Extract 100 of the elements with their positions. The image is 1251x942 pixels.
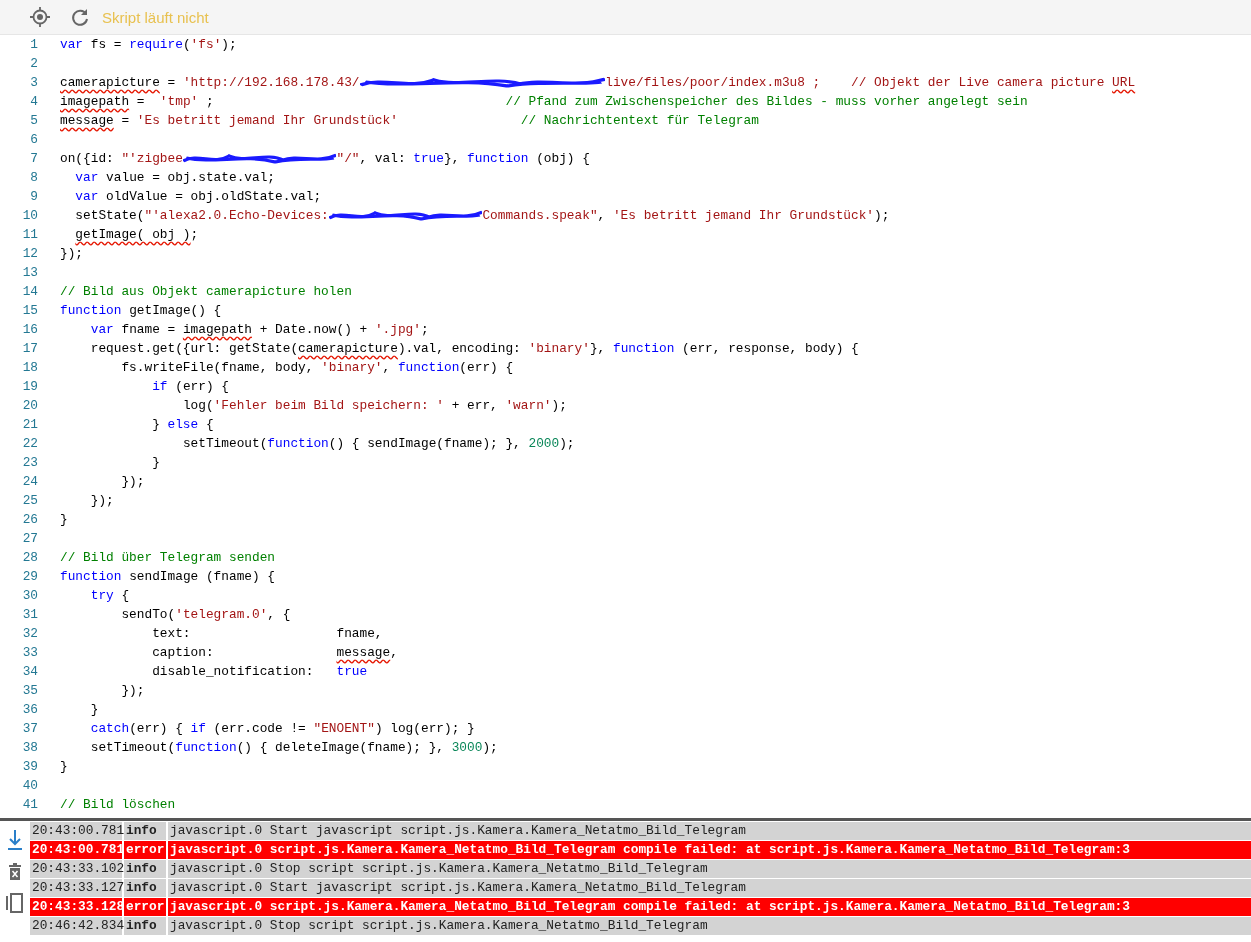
code-line: }); — [89, 492, 114, 510]
code-line: var fs = require('fs'); — [60, 36, 237, 54]
code-line: function sendImage (fname) { — [60, 568, 276, 586]
line-number: 22 — [21, 435, 38, 453]
code-line: }); — [120, 682, 145, 700]
line-number: 36 — [21, 701, 38, 719]
download-icon[interactable] — [7, 829, 23, 851]
script-status: Skript läuft nicht — [102, 8, 209, 26]
line-number: 40 — [21, 777, 38, 795]
line-number: 12 — [21, 245, 38, 263]
code-line: camerapicture = 'http://192.168.178.43/ — [60, 74, 360, 92]
line-number: 2 — [29, 55, 38, 73]
code-line: setTimeout(function() { deleteImage(fname); }, 3000); — [89, 739, 498, 757]
code-line: setState("'alexa2.0.Echo-Devices: — [74, 207, 329, 225]
line-number: 21 — [21, 416, 38, 434]
trash-icon[interactable] — [8, 863, 22, 881]
line-number: 19 — [21, 378, 38, 396]
line-number: 28 — [21, 549, 38, 567]
line-number: 35 — [21, 682, 38, 700]
code-line: fs.writeFile(fname, body, 'binary', function(err) { — [120, 359, 514, 377]
line-number: 26 — [21, 511, 38, 529]
code-line: getImage( obj ); — [74, 226, 199, 244]
target-icon[interactable] — [30, 7, 50, 27]
code-line: } else { — [151, 416, 214, 434]
code-line: catch(err) { if (err.code != "ENOENT") log(err); } — [89, 720, 475, 738]
code-line: }); — [60, 245, 84, 263]
line-number: 41 — [21, 796, 38, 814]
code-line: // Bild über Telegram senden — [60, 549, 276, 567]
code-line: var fname = imagepath + Date.now() + '.jpg'; — [89, 321, 429, 339]
code-line: on({id: "'zigbee — [60, 150, 183, 168]
log-level: info — [124, 822, 166, 840]
log-level: info — [124, 879, 166, 897]
code-line: function getImage() { — [60, 302, 222, 320]
copy-icon[interactable] — [6, 893, 24, 913]
log-level: error — [124, 898, 166, 916]
log-time: 20:43:33.127 — [30, 879, 122, 897]
line-number: 18 — [21, 359, 38, 377]
code-line: message = 'Es betritt jemand Ihr Grundstück' // Nachrichtentext für Telegram — [60, 112, 759, 130]
code-line: if (err) { — [151, 378, 229, 396]
line-number: 3 — [29, 74, 38, 92]
line-number: 17 — [21, 340, 38, 358]
code-line: } — [151, 454, 160, 472]
line-number: 6 — [29, 131, 38, 149]
line-number: 39 — [21, 758, 38, 776]
line-number: 38 — [21, 739, 38, 757]
line-number: 14 — [21, 283, 38, 301]
log-message: javascript.0 Stop script script.js.Kamera.Kamera_Netatmo_Bild_Telegram — [168, 860, 1251, 878]
code-line: }); — [120, 473, 145, 491]
log-time: 20:46:42.834 — [30, 917, 122, 935]
code-line: text: fname, — [151, 625, 383, 643]
log-message: javascript.0 Start javascript script.js.Kamera.Kamera_Netatmo_Bild_Telegram — [168, 822, 1251, 840]
line-number: 25 — [21, 492, 38, 510]
code-line: Commands.speak", 'Es betritt jemand Ihr Grundstück'); — [482, 207, 890, 225]
code-line: disable_notification: true — [151, 663, 368, 681]
log-message: javascript.0 script.js.Kamera.Kamera_Netatmo_Bild_Telegram compile failed: at script.js.Kamera.Kamera_Netatmo_Bild_Telegram:3 — [168, 898, 1251, 916]
line-number: 7 — [29, 150, 38, 168]
line-number: 9 — [29, 188, 38, 206]
line-number: 15 — [21, 302, 38, 320]
code-line: var oldValue = obj.oldState.val; — [74, 188, 322, 206]
log-time: 20:43:33.128 — [30, 898, 122, 916]
log-time: 20:43:33.102 — [30, 860, 122, 878]
code-line: } — [89, 701, 99, 719]
log-message: javascript.0 script.js.Kamera.Kamera_Netatmo_Bild_Telegram compile failed: at script.js.Kamera.Kamera_Netatmo_Bild_Telegram:3 — [168, 841, 1251, 859]
line-number: 10 — [21, 207, 38, 225]
line-number: 24 — [21, 473, 38, 491]
code-line: // Bild aus Objekt camerapicture holen — [60, 283, 352, 301]
line-number: 31 — [21, 606, 38, 624]
line-number: 13 — [21, 264, 38, 282]
line-number: 16 — [21, 321, 38, 339]
code-line: // Bild löschen — [60, 796, 176, 814]
code-line: live/files/poor/index.m3u8 ; // Objekt der Live camera picture URL — [605, 74, 1136, 92]
line-number: 27 — [21, 530, 38, 548]
line-number: 33 — [21, 644, 38, 662]
code-line: request.get({url: getState(camerapicture).val, encoding: 'binary'}, function (err, response, body) { — [89, 340, 859, 358]
line-number: 5 — [29, 112, 38, 130]
line-number: 32 — [21, 625, 38, 643]
code-line: imagepath = 'tmp' ; // Pfand zum Zwischenspeicher des Bildes - muss vorher angelegt sein — [60, 93, 1028, 111]
code-line: } — [60, 511, 68, 529]
line-number: 29 — [21, 568, 38, 586]
line-number: 11 — [21, 226, 38, 244]
line-number: 20 — [21, 397, 38, 415]
log-message: javascript.0 Start javascript script.js.Kamera.Kamera_Netatmo_Bild_Telegram — [168, 879, 1251, 897]
log-time: 20:43:00.781 — [30, 822, 122, 840]
line-number: 37 — [21, 720, 38, 738]
log-level: info — [124, 860, 166, 878]
line-number: 8 — [29, 169, 38, 187]
line-number: 23 — [21, 454, 38, 472]
code-line: caption: message, — [151, 644, 398, 662]
log-message: javascript.0 Stop script script.js.Kamera.Kamera_Netatmo_Bild_Telegram — [168, 917, 1251, 935]
code-line: "/", val: true}, function (obj) { — [336, 150, 590, 168]
code-line: log('Fehler beim Bild speichern: ' + err, 'warn'); — [181, 397, 567, 415]
log-level: error — [124, 841, 166, 859]
code-line: setTimeout(function() { sendImage(fname); }, 2000); — [181, 435, 575, 453]
code-line: try { — [89, 587, 130, 605]
log-level: info — [124, 917, 166, 935]
refresh-icon[interactable] — [70, 7, 90, 27]
code-line: sendTo('telegram.0', { — [120, 606, 291, 624]
log-time: 20:43:00.781 — [30, 841, 122, 859]
line-number: 34 — [21, 663, 38, 681]
line-number: 30 — [21, 587, 38, 605]
